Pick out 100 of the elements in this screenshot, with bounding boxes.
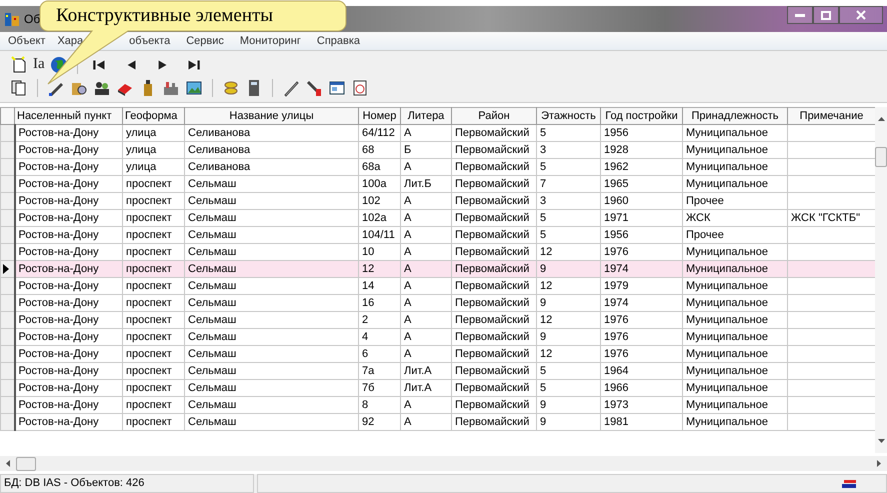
column-header[interactable]: Принадлежность	[682, 108, 788, 124]
table-cell: 9	[536, 396, 600, 414]
menu-item[interactable]: объекта	[129, 35, 170, 47]
table-cell: Первомайский	[452, 192, 536, 210]
table-cell: Ростов-на-Дону	[14, 396, 122, 414]
table-cell: А	[400, 328, 452, 346]
table-cell: Ростов-на-Дону	[14, 278, 122, 294]
table-cell: Сельмаш	[184, 210, 358, 226]
column-header[interactable]: Примечание	[788, 108, 875, 124]
table-cell: 102	[358, 192, 400, 210]
header-cell	[0, 108, 14, 124]
scroll-thumb[interactable]	[16, 456, 36, 470]
column-header[interactable]: Год постройки	[600, 108, 682, 124]
table-cell: 12	[536, 278, 600, 294]
menu-item[interactable]: Сервис	[186, 35, 224, 47]
table-cell: 7	[536, 176, 600, 192]
row-indicator[interactable]	[0, 244, 14, 260]
status-text: БД: DB IAS - Объектов: 426	[0, 474, 254, 493]
row-indicator[interactable]	[0, 260, 14, 278]
table-cell: Ростов-на-Дону	[14, 414, 122, 430]
row-indicator[interactable]	[0, 294, 14, 312]
table-cell: Первомайский	[452, 294, 536, 312]
table-cell: Ростов-на-Дону	[14, 176, 122, 192]
new-document-icon[interactable]	[10, 56, 28, 74]
row-indicator[interactable]	[0, 328, 14, 346]
table-cell: проспект	[122, 328, 184, 346]
table-cell: Лит.Б	[400, 176, 452, 192]
menu-item[interactable]: Объект	[8, 35, 46, 47]
row-indicator[interactable]	[0, 192, 14, 210]
column-header[interactable]: Литера	[400, 108, 452, 124]
column-header[interactable]: Этажность	[536, 108, 600, 124]
table-cell: Муниципальное	[682, 176, 788, 192]
scroll-thumb[interactable]	[875, 147, 887, 167]
table-cell: Муниципальное	[682, 158, 788, 176]
text-format-button[interactable]: Ia	[33, 56, 45, 73]
table-cell: 1966	[600, 380, 682, 396]
landscape-image-icon[interactable]	[185, 78, 203, 96]
table-cell: А	[400, 294, 452, 312]
column-header[interactable]: Геоформа	[122, 108, 184, 124]
close-button[interactable]	[839, 6, 883, 24]
documents-icon[interactable]	[10, 78, 28, 96]
pen-icon[interactable]	[282, 78, 300, 96]
table-cell: 1965	[600, 176, 682, 192]
table-cell: Первомайский	[452, 346, 536, 362]
row-indicator[interactable]	[0, 210, 14, 226]
row-indicator[interactable]	[0, 346, 14, 362]
table-cell: 3	[536, 142, 600, 158]
table-cell: 2	[358, 312, 400, 328]
column-header[interactable]: Название улицы	[184, 108, 358, 124]
table-cell: Селиванова	[184, 124, 358, 142]
table-cell: Первомайский	[452, 158, 536, 176]
row-indicator[interactable]	[0, 414, 14, 430]
scroll-up-icon[interactable]	[878, 117, 884, 121]
table-cell: Прочее	[682, 226, 788, 244]
row-indicator[interactable]	[0, 176, 14, 192]
row-indicator[interactable]	[0, 380, 14, 396]
row-indicator[interactable]	[0, 312, 14, 328]
table-cell: 1971	[600, 210, 682, 226]
table-cell: А	[400, 192, 452, 210]
table-cell: 92	[358, 414, 400, 430]
menu-item[interactable]: Справка	[316, 35, 360, 47]
table-cell: Первомайский	[452, 278, 536, 294]
row-indicator[interactable]	[0, 396, 14, 414]
current-row-icon	[3, 264, 9, 274]
coins-icon[interactable]	[222, 78, 240, 96]
column-header[interactable]: Район	[452, 108, 536, 124]
menu-item[interactable]: Хара	[57, 35, 84, 47]
scroll-right-icon[interactable]	[877, 460, 881, 467]
table-cell: 12	[358, 260, 400, 278]
column-header[interactable]: Номер	[358, 108, 400, 124]
window-icon[interactable]	[328, 78, 346, 96]
table-cell: 9	[536, 328, 600, 346]
table-cell: Муниципальное	[682, 260, 788, 278]
row-indicator[interactable]	[0, 142, 14, 158]
table-cell: Лит.А	[400, 362, 452, 380]
table-cell: Селиванова	[184, 142, 358, 158]
row-indicator[interactable]	[0, 124, 14, 142]
table-cell: Муниципальное	[682, 346, 788, 362]
table-cell: Сельмаш	[184, 192, 358, 210]
row-indicator[interactable]	[0, 278, 14, 294]
table-cell: Муниципальное	[682, 414, 788, 430]
table-cell: 1960	[600, 192, 682, 210]
table-cell: Первомайский	[452, 142, 536, 158]
vertical-scrollbar[interactable]	[875, 107, 887, 453]
table-cell: Первомайский	[452, 312, 536, 328]
row-indicator[interactable]	[0, 362, 14, 380]
maximize-button[interactable]	[813, 6, 839, 24]
row-indicator[interactable]	[0, 226, 14, 244]
table-cell: 1964	[600, 362, 682, 380]
table-cell: Ростов-на-Дону	[14, 210, 122, 226]
horizontal-scrollbar[interactable]	[0, 456, 887, 471]
table-cell: 5	[536, 124, 600, 142]
table-cell: 7а	[358, 362, 400, 380]
menu-item[interactable]: Мониторинг	[240, 35, 301, 47]
scroll-down-icon[interactable]	[878, 439, 884, 443]
scroll-left-icon[interactable]	[6, 460, 10, 467]
minimize-button[interactable]	[787, 6, 813, 24]
row-indicator[interactable]	[0, 158, 14, 176]
table-cell: 1956	[600, 124, 682, 142]
column-header[interactable]: Населенный пункт	[14, 108, 122, 124]
